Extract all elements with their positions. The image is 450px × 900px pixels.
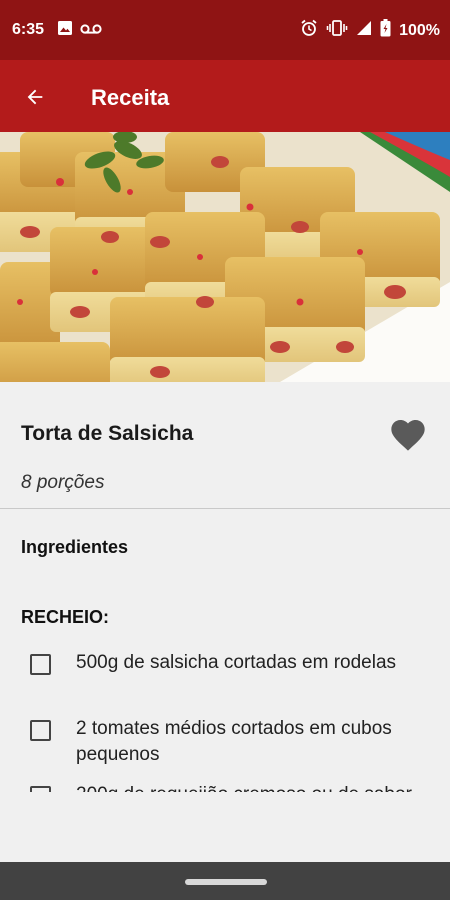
recipe-image [0,132,450,382]
section-title-recheio: RECHEIO: [21,607,110,627]
status-time: 6:35 [12,21,45,38]
portions-label: 8 porções [21,472,105,493]
divider [0,508,450,509]
alarm-icon [300,19,318,42]
ingredients-header: Ingredientes [21,537,129,557]
system-nav-bar [0,862,450,900]
ingredient-text: 2 tomates médios cortados em cubos peque… [76,718,392,765]
ingredient-checkbox[interactable] [30,654,51,675]
home-gesture-pill[interactable] [185,879,267,885]
app-title: Receita [91,85,170,110]
image-icon [57,20,73,41]
battery-icon [380,19,391,42]
ingredient-text: 200g de requeijão cremoso ou de sabor [76,782,426,792]
ingredient-text: 500g de salsicha cortadas em rodelas [76,652,397,673]
arrow-back-icon [27,89,43,105]
app-bar: Receita [0,60,450,132]
status-bar: 6:35 100% [0,0,450,60]
favorite-button[interactable] [385,412,431,458]
ingredient-checkbox[interactable] [30,720,51,741]
recipe-title: Torta de Salsicha [21,422,194,445]
back-button[interactable] [18,80,52,114]
battery-percent: 100% [399,21,440,39]
ingredient-checkbox[interactable] [30,786,51,792]
signal-icon [356,20,372,41]
heart-icon [391,420,425,451]
voicemail-icon [80,22,102,40]
status-icons: 100% [300,19,440,42]
recipe-content: Torta de Salsicha 8 porções Ingredientes… [0,382,450,792]
vibrate-icon [326,19,348,42]
